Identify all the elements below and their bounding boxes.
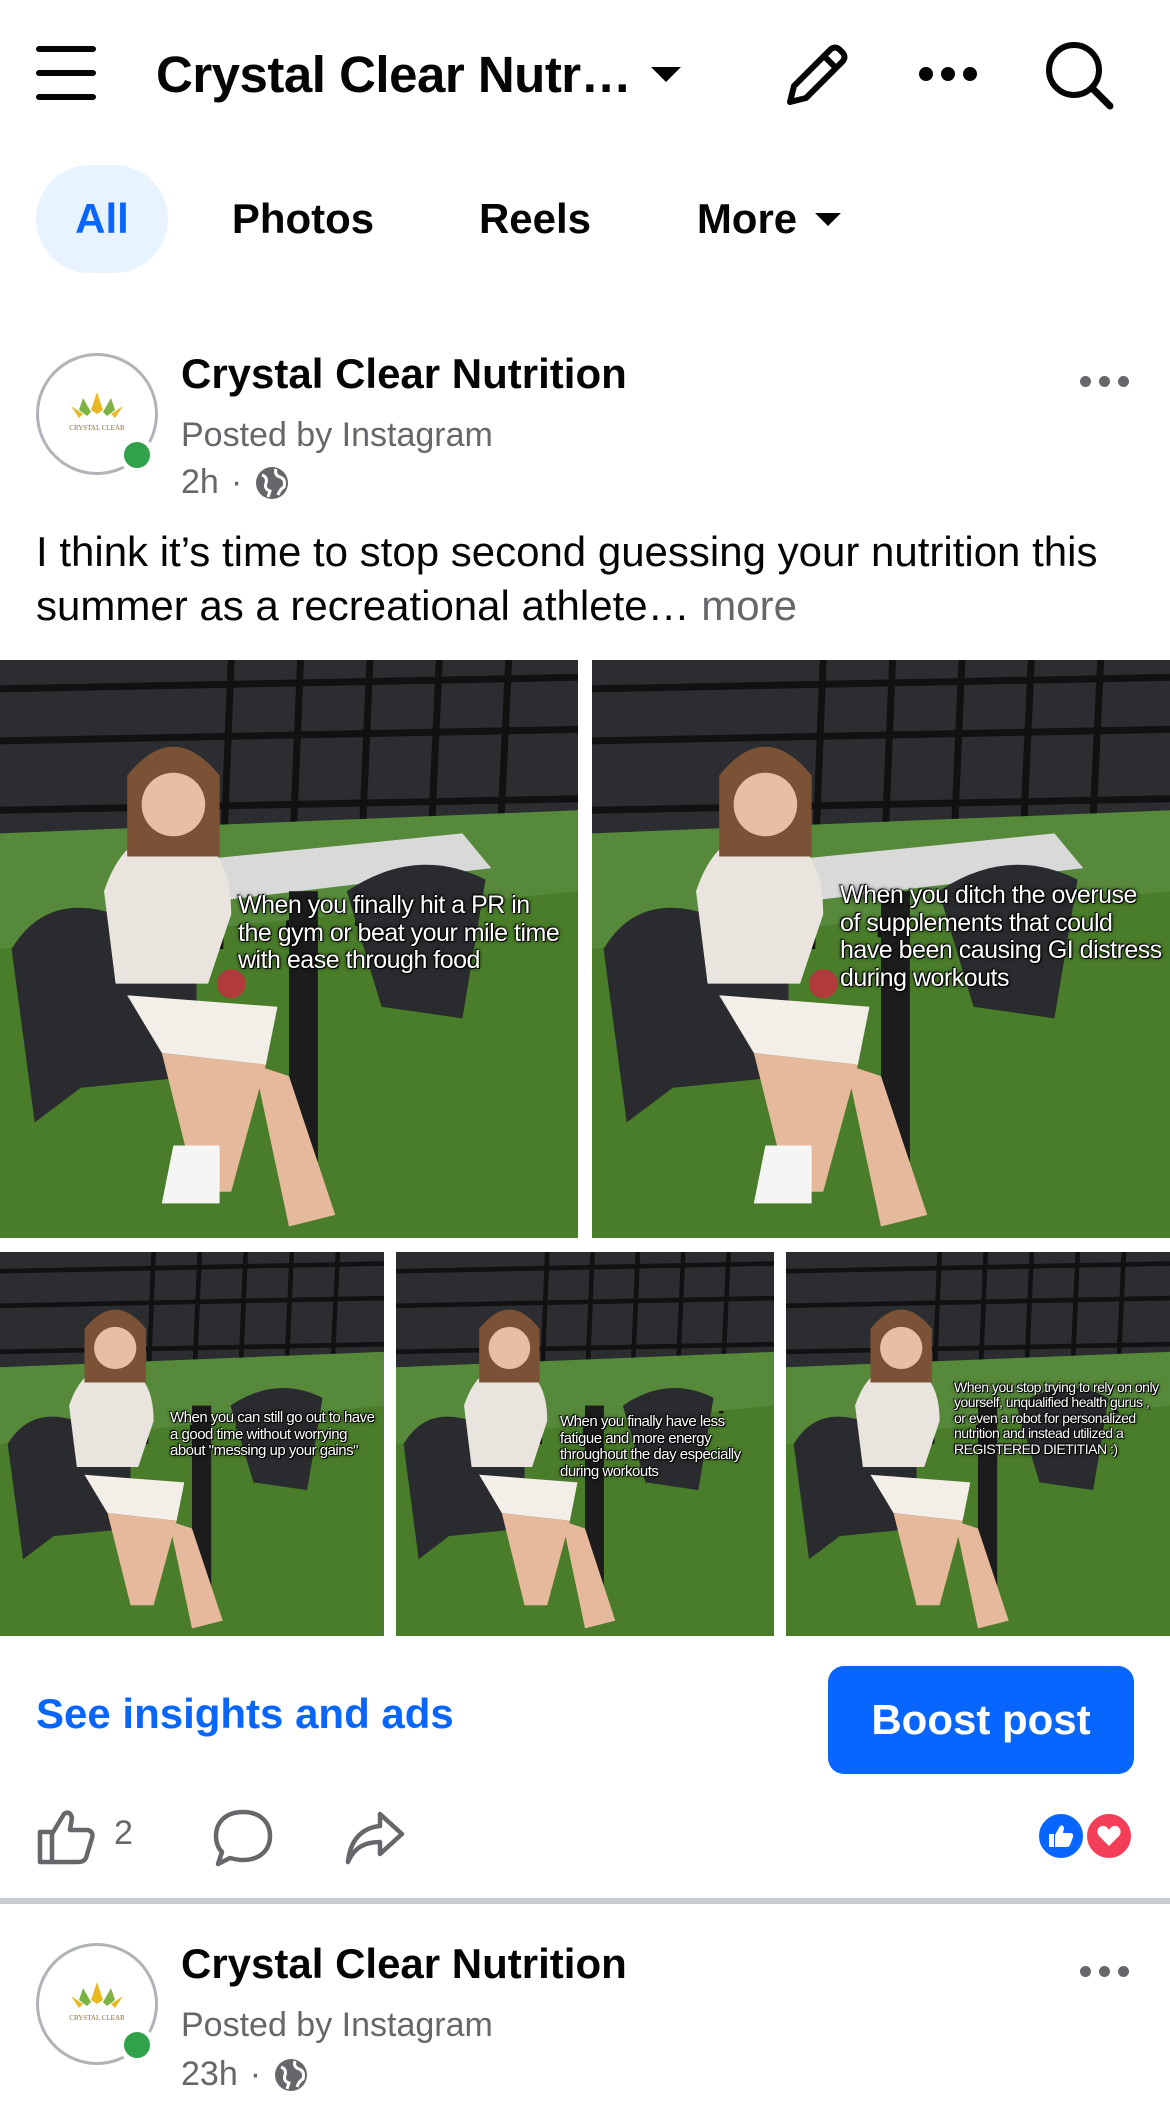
post-photo-1[interactable]: When you finally hit a PR in the gym or … xyxy=(0,660,578,1238)
crystal-clear-logo-icon: CRYSTAL CLEAR xyxy=(69,1982,125,2022)
tab-reels[interactable]: Reels xyxy=(446,165,624,273)
post-caption: I think it’s time to stop second guessin… xyxy=(36,525,1146,633)
like-reaction-icon[interactable] xyxy=(1036,1811,1086,1861)
see-insights-link[interactable]: See insights and ads xyxy=(36,1690,454,1738)
comment-icon[interactable] xyxy=(212,1808,274,1868)
top-app-bar: Crystal Clear Nutr… xyxy=(0,0,1170,150)
filter-tabs: All Photos Reels More xyxy=(0,165,1170,275)
post-meta: 23h · xyxy=(181,2055,309,2094)
post-options-icon[interactable] xyxy=(1080,376,1129,387)
post-photo-5[interactable]: When you stop trying to rely on only you… xyxy=(786,1252,1170,1636)
photo-overlay-text: When you ditch the overuse of supplement… xyxy=(840,881,1162,992)
post-author[interactable]: Crystal Clear Nutrition xyxy=(181,1940,627,1988)
share-icon[interactable] xyxy=(344,1810,406,1866)
post-time[interactable]: 2h xyxy=(181,463,219,502)
tab-photos[interactable]: Photos xyxy=(200,165,406,273)
tab-label: Photos xyxy=(231,195,375,242)
pencil-icon[interactable] xyxy=(782,40,852,110)
search-icon[interactable] xyxy=(1044,40,1116,112)
globe-icon xyxy=(275,2058,308,2091)
photo-overlay-text: When you stop trying to rely on only you… xyxy=(954,1379,1159,1457)
post-source: Posted by Instagram xyxy=(181,2006,493,2044)
post-photo-4[interactable]: When you finally have less fatigue and m… xyxy=(396,1252,774,1636)
separator-dot: · xyxy=(230,463,243,501)
love-reaction-icon[interactable] xyxy=(1084,1811,1134,1861)
post-divider xyxy=(0,1898,1170,1904)
separator-dot: · xyxy=(249,2055,262,2093)
boost-post-button[interactable]: Boost post xyxy=(828,1666,1134,1774)
tab-label: All xyxy=(75,195,129,242)
like-count: 2 xyxy=(114,1814,133,1852)
post-author[interactable]: Crystal Clear Nutrition xyxy=(181,350,627,398)
online-status-indicator xyxy=(119,437,155,473)
post-options-icon[interactable] xyxy=(1080,1966,1129,1977)
caption-text: I think it’s time to stop second guessin… xyxy=(36,528,1098,629)
page-title: Crystal Clear Nutr… xyxy=(156,45,632,103)
more-horizontal-icon[interactable] xyxy=(918,65,978,83)
post-source: Posted by Instagram xyxy=(181,416,493,454)
post-meta: 2h · xyxy=(181,463,290,502)
post-time[interactable]: 23h xyxy=(181,2055,238,2094)
photo-overlay-text: When you can still go out to have a good… xyxy=(170,1409,375,1459)
like-icon[interactable] xyxy=(36,1808,96,1866)
crystal-clear-logo-icon: CRYSTAL CLEAR xyxy=(69,392,125,432)
tab-more[interactable]: More xyxy=(672,165,866,273)
globe-icon xyxy=(256,466,289,499)
photo-overlay-text: When you finally hit a PR in the gym or … xyxy=(238,891,560,974)
chevron-down-icon xyxy=(815,212,842,226)
tab-all[interactable]: All xyxy=(36,165,168,273)
svg-text:CRYSTAL CLEAR: CRYSTAL CLEAR xyxy=(69,424,125,432)
svg-text:CRYSTAL CLEAR: CRYSTAL CLEAR xyxy=(69,2014,125,2022)
see-more-link[interactable]: more xyxy=(701,582,797,629)
post-photo-3[interactable]: When you can still go out to have a good… xyxy=(0,1252,384,1636)
tab-label: More xyxy=(696,195,798,242)
tab-label: Reels xyxy=(478,195,592,242)
photo-overlay-text: When you finally have less fatigue and m… xyxy=(560,1413,741,1480)
chevron-down-icon xyxy=(651,66,682,82)
page-switcher-dropdown[interactable]: Crystal Clear Nutr… xyxy=(156,44,682,104)
post-photo-2[interactable]: When you ditch the overuse of supplement… xyxy=(592,660,1170,1238)
hamburger-menu-icon[interactable] xyxy=(36,46,96,102)
online-status-indicator xyxy=(119,2027,155,2063)
